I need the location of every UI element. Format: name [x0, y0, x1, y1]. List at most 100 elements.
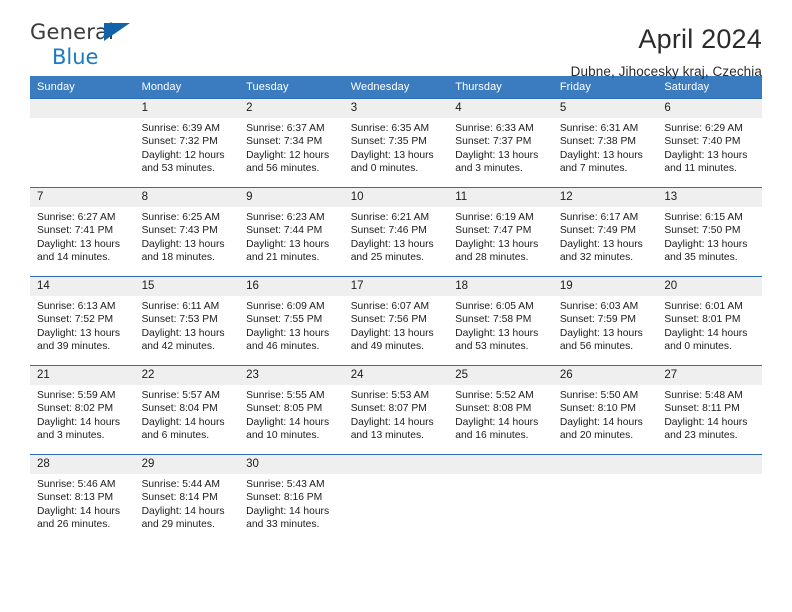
daylight-text-line2: and 53 minutes. [455, 341, 529, 353]
day-details: Sunrise: 5:46 AM Sunset: 8:13 PM Daylight:… [30, 474, 135, 532]
calendar-day-cell[interactable]: 5 Sunrise: 6:31 AM Sunset: 7:38 PM Daylight… [552, 98, 658, 188]
day-details: Sunrise: 6:03 AM Sunset: 7:59 PM Daylight:… [553, 296, 658, 354]
calendar-day-cell[interactable]: 14 Sunrise: 6:13 AM Sunset: 7:52 PM Dayligh… [30, 276, 135, 366]
day-details: Sunrise: 6:15 AM Sunset: 7:50 PM Daylight:… [657, 207, 762, 265]
day-number: 25 [448, 366, 553, 385]
daylight-text-line2: and 49 minutes. [350, 341, 424, 353]
calendar-day-cell[interactable]: 20 Sunrise: 6:01 AM Sunset: 8:01 PM Dayligh… [657, 276, 762, 366]
day-details: Sunrise: 5:50 AM Sunset: 8:10 PM Daylight:… [553, 385, 658, 443]
sunrise-text: Sunrise: 6:05 AM [455, 301, 534, 312]
calendar-day-cell[interactable]: 18 Sunrise: 6:05 AM Sunset: 7:58 PM Dayligh… [448, 276, 553, 366]
calendar-week-row: 1 Sunrise: 6:39 AM Sunset: 7:32 PM Daylight… [30, 98, 762, 188]
sunrise-text: Sunrise: 6:27 AM [37, 212, 116, 223]
day-number: 10 [343, 188, 449, 207]
calendar-day-cell[interactable]: 3 Sunrise: 6:35 AM Sunset: 7:35 PM Daylight… [343, 98, 449, 188]
day-number: 28 [30, 455, 135, 474]
day-details: Sunrise: 5:48 AM Sunset: 8:11 PM Daylight:… [657, 385, 762, 443]
sunset-text: Sunset: 8:05 PM [246, 403, 323, 415]
calendar-day-cell[interactable]: 17 Sunrise: 6:07 AM Sunset: 7:56 PM Dayligh… [343, 276, 449, 366]
calendar-day-cell[interactable]: 16 Sunrise: 6:09 AM Sunset: 7:55 PM Dayligh… [239, 276, 344, 366]
calendar-day-cell[interactable]: 28 Sunrise: 5:46 AM Sunset: 8:13 PM Dayligh… [30, 454, 135, 544]
day-number [30, 99, 135, 118]
daylight-text-line1: Daylight: 14 hours [455, 416, 539, 428]
sunset-text: Sunset: 7:58 PM [455, 314, 532, 326]
calendar-day-cell[interactable]: 22 Sunrise: 5:57 AM Sunset: 8:04 PM Dayligh… [134, 365, 240, 455]
calendar-day-cell[interactable]: 8 Sunrise: 6:25 AM Sunset: 7:43 PM Daylight… [134, 187, 240, 277]
day-number: 29 [134, 455, 240, 474]
day-number: 9 [239, 188, 344, 207]
calendar-day-cell[interactable]: 11 Sunrise: 6:19 AM Sunset: 7:47 PM Dayligh… [448, 187, 553, 277]
daylight-text-line1: Daylight: 14 hours [559, 416, 643, 428]
day-number: 8 [134, 188, 240, 207]
daylight-text-line2: and 46 minutes. [246, 341, 320, 353]
logo-text-blue: Blue [52, 45, 99, 69]
calendar-day-cell[interactable]: 1 Sunrise: 6:39 AM Sunset: 7:32 PM Daylight… [134, 98, 240, 188]
sunrise-text: Sunrise: 6:03 AM [559, 301, 639, 312]
daylight-text-line1: Daylight: 13 hours [559, 327, 643, 339]
sunrise-text: Sunrise: 5:52 AM [455, 390, 534, 401]
calendar-day-cell[interactable]: 19 Sunrise: 6:03 AM Sunset: 7:59 PM Dayligh… [552, 276, 658, 366]
sunset-text: Sunset: 8:13 PM [37, 492, 114, 504]
sunrise-text: Sunrise: 5:53 AM [350, 390, 430, 401]
calendar-week-row: 21 Sunrise: 5:59 AM Sunset: 8:02 PM Dayligh… [30, 365, 762, 455]
daylight-text-line2: and 56 minutes. [559, 341, 634, 353]
calendar-day-cell[interactable]: 2 Sunrise: 6:37 AM Sunset: 7:34 PM Daylight… [239, 98, 344, 188]
generalblue-logo: General Blue [30, 22, 170, 70]
day-details: Sunrise: 6:33 AM Sunset: 7:37 PM Daylight:… [448, 118, 553, 176]
calendar-day-cell[interactable]: 21 Sunrise: 5:59 AM Sunset: 8:02 PM Dayligh… [30, 365, 135, 455]
calendar-day-cell[interactable]: 25 Sunrise: 5:52 AM Sunset: 8:08 PM Dayligh… [448, 365, 553, 455]
calendar-day-cell[interactable]: 4 Sunrise: 6:33 AM Sunset: 7:37 PM Daylight… [448, 98, 553, 188]
sunset-text: Sunset: 8:14 PM [141, 492, 218, 504]
weekday-header: Sunday Monday Tuesday Wednesday Thursday… [30, 76, 762, 99]
sunset-text: Sunset: 7:53 PM [141, 314, 218, 326]
sunrise-text: Sunrise: 6:33 AM [455, 123, 534, 134]
day-number: 13 [657, 188, 762, 207]
calendar-day-cell[interactable]: 29 Sunrise: 5:44 AM Sunset: 8:14 PM Dayligh… [134, 454, 240, 544]
day-details: Sunrise: 6:01 AM Sunset: 8:01 PM Daylight:… [657, 296, 762, 354]
day-details: Sunrise: 5:52 AM Sunset: 8:08 PM Daylight:… [448, 385, 553, 443]
sunset-text: Sunset: 8:04 PM [141, 403, 218, 415]
weekday-wednesday: Wednesday [343, 76, 449, 99]
daylight-text-line1: Daylight: 13 hours [664, 238, 748, 250]
day-number: 5 [552, 99, 658, 118]
calendar-day-cell[interactable]: 6 Sunrise: 6:29 AM Sunset: 7:40 PM Daylight… [657, 98, 762, 188]
day-details: Sunrise: 5:59 AM Sunset: 8:02 PM Daylight:… [30, 385, 135, 443]
weekday-saturday: Saturday [657, 76, 762, 99]
calendar-day-cell[interactable]: 10 Sunrise: 6:21 AM Sunset: 7:46 PM Dayligh… [343, 187, 449, 277]
calendar-day-cell-empty [448, 454, 553, 544]
sunrise-text: Sunrise: 5:46 AM [37, 479, 116, 490]
day-number: 19 [552, 277, 658, 296]
sunrise-text: Sunrise: 6:35 AM [350, 123, 430, 134]
daylight-text-line2: and 7 minutes. [559, 163, 628, 175]
calendar-day-cell[interactable]: 26 Sunrise: 5:50 AM Sunset: 8:10 PM Dayligh… [552, 365, 658, 455]
weekday-monday: Monday [134, 76, 240, 99]
sunset-text: Sunset: 7:52 PM [37, 314, 114, 326]
sunset-text: Sunset: 7:35 PM [350, 136, 427, 148]
sunrise-text: Sunrise: 5:50 AM [559, 390, 639, 401]
daylight-text-line1: Daylight: 13 hours [350, 238, 434, 250]
sunrise-sunset-calendar: Sunday Monday Tuesday Wednesday Thursday… [30, 76, 762, 544]
calendar-day-cell[interactable]: 13 Sunrise: 6:15 AM Sunset: 7:50 PM Dayligh… [657, 187, 762, 277]
sunrise-text: Sunrise: 6:09 AM [246, 301, 325, 312]
daylight-text-line1: Daylight: 13 hours [559, 238, 643, 250]
daylight-text-line1: Daylight: 14 hours [350, 416, 434, 428]
daylight-text-line2: and 14 minutes. [37, 252, 111, 264]
day-number: 14 [30, 277, 135, 296]
weekday-thursday: Thursday [448, 76, 553, 99]
day-details: Sunrise: 6:09 AM Sunset: 7:55 PM Daylight:… [239, 296, 344, 354]
calendar-day-cell[interactable]: 23 Sunrise: 5:55 AM Sunset: 8:05 PM Dayligh… [239, 365, 344, 455]
daylight-text-line2: and 39 minutes. [37, 341, 111, 353]
sunrise-text: Sunrise: 6:21 AM [350, 212, 430, 223]
calendar-day-cell[interactable]: 30 Sunrise: 5:43 AM Sunset: 8:16 PM Dayligh… [239, 454, 344, 544]
calendar-day-cell[interactable]: 7 Sunrise: 6:27 AM Sunset: 7:41 PM Daylight… [30, 187, 135, 277]
calendar-day-cell[interactable]: 27 Sunrise: 5:48 AM Sunset: 8:11 PM Dayligh… [657, 365, 762, 455]
calendar-day-cell[interactable]: 12 Sunrise: 6:17 AM Sunset: 7:49 PM Dayligh… [552, 187, 658, 277]
day-number [552, 455, 658, 474]
daylight-text-line2: and 3 minutes. [37, 430, 105, 442]
calendar-day-cell[interactable]: 9 Sunrise: 6:23 AM Sunset: 7:44 PM Daylight… [239, 187, 344, 277]
calendar-day-cell[interactable]: 15 Sunrise: 6:11 AM Sunset: 7:53 PM Dayligh… [134, 276, 240, 366]
day-number: 18 [448, 277, 553, 296]
page-header: General Blue April 2024 Dubne, Jihocesky… [30, 0, 762, 80]
calendar-day-cell[interactable]: 24 Sunrise: 5:53 AM Sunset: 8:07 PM Dayligh… [343, 365, 449, 455]
day-details: Sunrise: 6:27 AM Sunset: 7:41 PM Daylight:… [30, 207, 135, 265]
